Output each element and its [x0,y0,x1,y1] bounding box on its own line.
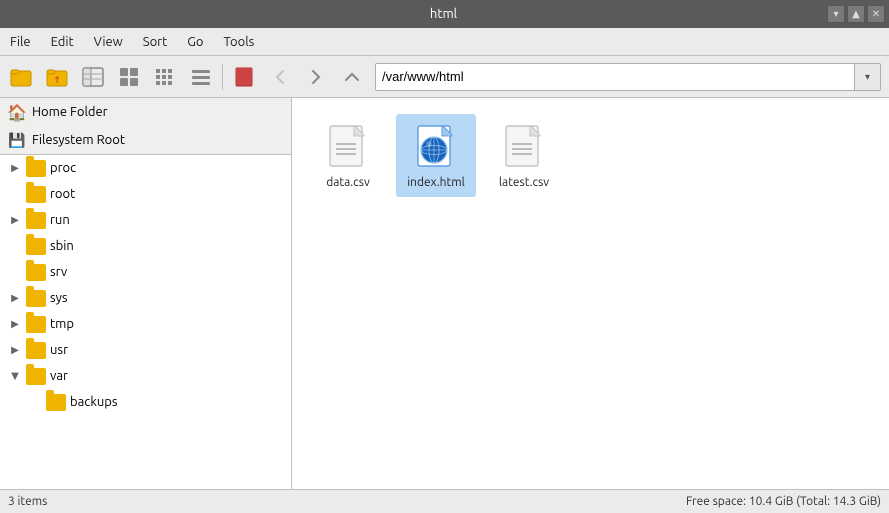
toolbar: ↑ [0,56,889,98]
folder-icon-run [26,212,46,229]
home-icon: 🏠 [8,103,26,121]
tree-label-sys: sys [50,291,68,305]
minimize-button[interactable]: ▾ [827,5,845,23]
tree-arrow-run[interactable]: ▶ [8,213,22,227]
tree-label-srv: srv [50,265,67,279]
address-bar: ▾ [375,62,881,92]
file-item-latest-csv[interactable]: latest.csv [484,114,564,197]
sidebar-item-home-label: Home Folder [32,105,108,119]
tree-item-backups[interactable]: ▶ backups [0,389,291,415]
tree-label-root: root [50,187,75,201]
tree-item-sys[interactable]: ▶ sys [0,285,291,311]
file-label-data-csv: data.csv [326,176,370,189]
window-title: html [60,7,827,21]
bookmark-button[interactable] [227,60,261,94]
tree-item-srv[interactable]: ▶ srv [0,259,291,285]
menu-sort[interactable]: Sort [133,28,177,55]
folder-icon-root [26,186,46,203]
tree-label-backups: backups [70,395,118,409]
file-icon-index-html [412,122,460,170]
tree-label-run: run [50,213,70,227]
toolbar-separator-1 [222,64,223,90]
open-location-button[interactable]: ↑ [40,60,74,94]
menu-go[interactable]: Go [177,28,213,55]
back-button[interactable] [263,60,297,94]
file-icon-data-csv [324,122,372,170]
sidebar-item-filesystem[interactable]: 💾 Filesystem Root [0,126,291,154]
menubar: File Edit View Sort Go Tools [0,28,889,56]
folder-icon-backups [46,394,66,411]
file-item-data-csv[interactable]: data.csv [308,114,388,197]
file-item-index-html[interactable]: index.html [396,114,476,197]
folder-icon-proc [26,160,46,177]
main-content: 🏠 Home Folder 💾 Filesystem Root ▶ proc ▶… [0,98,889,489]
tree-item-run[interactable]: ▶ run [0,207,291,233]
sidebar-item-home[interactable]: 🏠 Home Folder [0,98,291,126]
menu-edit[interactable]: Edit [41,28,84,55]
up-button[interactable] [335,60,369,94]
tree-label-proc: proc [50,161,76,175]
tree-item-tmp[interactable]: ▶ tmp [0,311,291,337]
titlebar: html ▾ ▲ ✕ [0,0,889,28]
tree-label-tmp: tmp [50,317,74,331]
free-space: Free space: 10.4 GiB (Total: 14.3 GiB) [686,495,881,508]
tree-arrow-sys[interactable]: ▶ [8,291,22,305]
file-label-index-html: index.html [407,176,465,189]
item-count: 3 items [8,495,47,508]
tree-item-usr[interactable]: ▶ usr [0,337,291,363]
folder-icon-usr [26,342,46,359]
forward-button[interactable] [299,60,333,94]
sidebar-bookmarks: 🏠 Home Folder 💾 Filesystem Root [0,98,291,155]
statusbar: 3 items Free space: 10.4 GiB (Total: 14.… [0,489,889,513]
close-button[interactable]: ✕ [867,5,885,23]
svg-text:↑: ↑ [53,75,61,85]
file-icon-latest-csv [500,122,548,170]
tree-label-usr: usr [50,343,68,357]
folder-icon-sbin [26,238,46,255]
drive-icon: 💾 [8,131,26,149]
list-view-button[interactable] [184,60,218,94]
menu-tools[interactable]: Tools [213,28,264,55]
menu-view[interactable]: View [84,28,133,55]
folder-icon-srv [26,264,46,281]
folder-icon-var [26,368,46,385]
sidebar-item-filesystem-label: Filesystem Root [32,133,125,147]
address-dropdown-button[interactable]: ▾ [855,63,881,91]
tree-item-proc[interactable]: ▶ proc [0,155,291,181]
tree-arrow-tmp[interactable]: ▶ [8,317,22,331]
folder-icon-sys [26,290,46,307]
icon-view-button[interactable] [112,60,146,94]
titlebar-controls: ▾ ▲ ✕ [827,5,889,23]
menu-file[interactable]: File [0,28,41,55]
compact-view-button[interactable] [148,60,182,94]
file-view[interactable]: data.csv [292,98,889,489]
tree-arrow-usr[interactable]: ▶ [8,343,22,357]
new-folder-button[interactable] [4,60,38,94]
folder-tree[interactable]: ▶ proc ▶ root ▶ run ▶ sbin [0,155,291,489]
tree-arrow-var[interactable]: ▼ [8,369,22,383]
file-label-latest-csv: latest.csv [499,176,549,189]
tree-label-var: var [50,369,68,383]
address-input[interactable] [375,63,855,91]
sidebar: 🏠 Home Folder 💾 Filesystem Root ▶ proc ▶… [0,98,292,489]
tree-item-root[interactable]: ▶ root [0,181,291,207]
tree-label-sbin: sbin [50,239,74,253]
show-sidebar-button[interactable] [76,60,110,94]
maximize-button[interactable]: ▲ [847,5,865,23]
tree-arrow-proc[interactable]: ▶ [8,161,22,175]
folder-icon-tmp [26,316,46,333]
tree-item-sbin[interactable]: ▶ sbin [0,233,291,259]
tree-item-var[interactable]: ▼ var [0,363,291,389]
